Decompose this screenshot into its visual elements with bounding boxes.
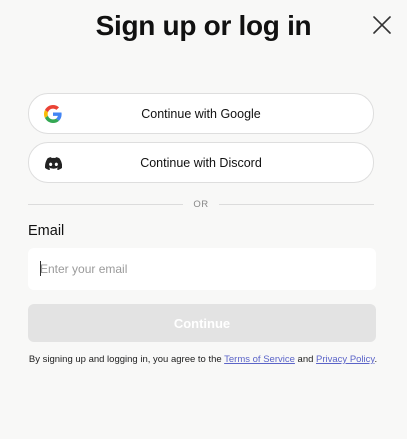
close-icon (373, 16, 391, 34)
terms-of-service-link[interactable]: Terms of Service (224, 354, 295, 365)
continue-button[interactable]: Continue (28, 304, 376, 342)
google-button-label: Continue with Google (141, 106, 261, 121)
email-label: Email (28, 223, 65, 239)
email-input[interactable] (28, 248, 376, 290)
divider-line-left (28, 203, 184, 205)
terms-suffix: . (374, 354, 378, 365)
terms-middle: and (294, 354, 317, 365)
text-cursor (40, 261, 41, 276)
google-icon (44, 105, 62, 123)
dialog-title: Sign up or log in (95, 10, 312, 41)
divider-line-right (218, 203, 374, 205)
continue-with-discord-button[interactable]: Continue with Discord (28, 142, 374, 183)
discord-button-label: Continue with Discord (140, 155, 262, 170)
or-divider: OR (28, 197, 374, 211)
discord-icon (44, 154, 62, 172)
privacy-policy-link[interactable]: Privacy Policy (316, 354, 374, 365)
terms-notice: By signing up and logging in, you agree … (28, 354, 378, 367)
close-button[interactable] (371, 14, 393, 36)
terms-prefix: By signing up and logging in, you agree … (28, 354, 225, 365)
continue-with-google-button[interactable]: Continue with Google (28, 93, 374, 134)
divider-text: OR (193, 198, 209, 210)
